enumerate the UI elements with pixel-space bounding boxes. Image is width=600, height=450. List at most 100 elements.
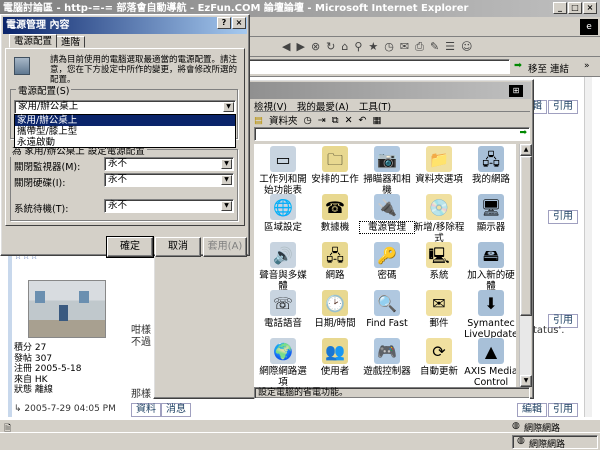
maximize-button[interactable]: □ xyxy=(568,2,582,14)
telephony-icon: ☏ xyxy=(270,290,296,316)
controlpanel-item[interactable]: 🌍 網際網路選項 xyxy=(256,338,310,387)
go-arrow-icon[interactable]: ➡ xyxy=(519,128,527,138)
controlpanel-item[interactable]: 🗀 安排的工作 xyxy=(308,146,362,185)
copy-icon[interactable]: ⧉ xyxy=(332,115,339,126)
chevron-down-icon[interactable]: ▼ xyxy=(223,102,234,112)
move-icon[interactable]: ⇥ xyxy=(318,115,326,126)
messenger-icon[interactable]: ☺ xyxy=(461,40,472,54)
stop-icon[interactable]: ⊗ xyxy=(311,40,320,54)
ok-button[interactable]: 確定 xyxy=(106,236,154,258)
quote-button-2[interactable]: 引用 xyxy=(548,210,578,224)
controlpanel-item[interactable]: 🔊 聲音與多媒體 xyxy=(256,242,310,292)
controlpanel-item[interactable]: 🔍 Find Fast xyxy=(360,290,414,329)
controlpanel-address[interactable]: ➡ xyxy=(254,127,530,141)
controlpanel-item-label: Find Fast xyxy=(366,318,408,329)
help-button[interactable]: ? xyxy=(217,17,231,29)
tab-power-schemes[interactable]: 電源配置 xyxy=(9,34,58,48)
network-icon: 🖧 xyxy=(478,146,504,172)
controlpanel-item-label: AXIS Media Control xyxy=(464,366,516,387)
regional-icon: 🌐 xyxy=(270,194,296,220)
monitor-select[interactable]: 永不 ▼ xyxy=(104,157,234,171)
dialog-description: 請為目前使用的電腦選取最適當的電源配置。請注意，您在下方設定中所作的變更，將會修… xyxy=(50,55,238,85)
scheme-select[interactable]: 家用/辦公桌上 ▼ xyxy=(14,100,236,114)
controlpanel-item[interactable]: 💿 新增/移除程式 xyxy=(412,194,466,244)
controlpanel-item[interactable]: ☏ 電話語音 xyxy=(256,290,310,329)
chevron-down-icon[interactable]: ▼ xyxy=(221,159,232,169)
back-icon[interactable]: ◀ xyxy=(282,40,290,54)
power-options-dialog: 電源管理 內容 ? × 電源配置 進階 請為目前使用的電腦選取最適當的電源配置。… xyxy=(0,14,250,258)
controlpanel-item-label: 自動更新 xyxy=(419,366,458,377)
dialog-close-button[interactable]: × xyxy=(232,17,246,29)
update-icon: ⟳ xyxy=(426,338,452,364)
discuss-icon[interactable]: ☰ xyxy=(445,40,455,54)
scheme-option[interactable]: 永遠啟動 xyxy=(15,137,235,148)
controlpanel-item[interactable]: 🎮 遊戲控制器 xyxy=(360,338,414,377)
controlpanel-item[interactable]: 🖳 系統 xyxy=(412,242,466,281)
controlpanel-item[interactable]: ⟳ 自動更新 xyxy=(412,338,466,377)
tab-advanced[interactable]: 進階 xyxy=(56,36,86,48)
cancel-button[interactable]: 取消 xyxy=(155,237,201,257)
quote-button[interactable]: 引用 xyxy=(548,100,578,114)
search-icon[interactable]: ⚲ xyxy=(354,40,362,54)
mail-icon[interactable]: ✉ xyxy=(400,40,409,54)
controlpanel-item[interactable]: ⬇ Symantec LiveUpdate xyxy=(464,290,516,340)
controlpanel-item[interactable]: 🔑 密碼 xyxy=(360,242,414,281)
controlpanel-item[interactable]: 🌐 區域設定 xyxy=(256,194,310,233)
history-icon[interactable]: ◷ xyxy=(304,115,312,126)
quote-button-4[interactable]: 引用 xyxy=(548,403,578,417)
folders-button[interactable]: 資料夾 xyxy=(269,113,298,127)
folders-icon[interactable]: ▤ xyxy=(254,115,263,126)
views-icon[interactable]: ▦ xyxy=(373,115,382,126)
minimize-button[interactable]: _ xyxy=(553,2,567,14)
user-stats: 積分 27 發帖 307 注冊 2005-5-18 來自 HK 狀態 離線 xyxy=(14,343,81,396)
controlpanel-item[interactable]: 🖧 網路 xyxy=(308,242,362,281)
undo-icon[interactable]: ↶ xyxy=(359,115,367,126)
chevron-down-icon[interactable]: ▼ xyxy=(221,175,232,185)
apply-button[interactable]: 套用(A) xyxy=(203,237,247,257)
stat-posts: 發帖 307 xyxy=(14,353,53,364)
chevron-down-icon[interactable]: ▼ xyxy=(221,201,232,211)
standby-select[interactable]: 永不 ▼ xyxy=(104,199,234,213)
edit-button-2[interactable]: 編輯 xyxy=(517,403,547,417)
favorites-icon[interactable]: ★ xyxy=(368,40,378,54)
forward-icon[interactable]: ▶ xyxy=(296,40,304,54)
links-label[interactable]: 連結 xyxy=(550,61,569,75)
controlpanel-item[interactable]: 🕑 日期/時間 xyxy=(308,290,362,329)
harddisk-select[interactable]: 永不 ▼ xyxy=(104,173,234,187)
home-icon[interactable]: ⌂ xyxy=(341,40,348,54)
profile-button[interactable]: 資料 xyxy=(131,403,161,417)
network-tray-icon[interactable]: ◍ xyxy=(517,436,525,446)
refresh-icon[interactable]: ↻ xyxy=(326,40,335,54)
controlpanel-item[interactable]: 🔌 電源管理 xyxy=(359,194,415,234)
controlpanel-item[interactable]: ✉ 郵件 xyxy=(412,290,466,329)
controlpanel-item-label: 聲音與多媒體 xyxy=(259,270,307,292)
close-button[interactable]: × xyxy=(583,2,597,14)
message-button[interactable]: 消息 xyxy=(161,403,191,417)
stat-registered: 注冊 2005-5-18 xyxy=(14,364,82,374)
edit-icon[interactable]: ✎ xyxy=(430,40,439,54)
scroll-thumb[interactable] xyxy=(520,156,532,316)
go-icon[interactable]: ➡ xyxy=(514,60,522,71)
go-button[interactable]: 移至 xyxy=(528,61,547,75)
controlpanel-item[interactable]: 🖧 我的網路 xyxy=(464,146,516,185)
delete-icon[interactable]: ✕ xyxy=(345,115,353,126)
controlpanel-item[interactable]: ▭ 工作列和開始功能表 xyxy=(256,146,310,196)
print-icon[interactable]: ⎙ xyxy=(415,40,424,54)
controlpanel-item[interactable]: 👥 使用者 xyxy=(308,338,362,377)
history-icon[interactable]: ◷ xyxy=(384,40,394,54)
scheme-option[interactable]: 攜帶型/膝上型 xyxy=(15,126,235,137)
controlpanel-item-label: 網路 xyxy=(325,270,345,281)
controlpanel-item[interactable]: 📁 資料夾選項 xyxy=(412,146,466,185)
scroll-up-icon[interactable]: ▲ xyxy=(520,144,532,156)
links-chevron-icon[interactable]: » xyxy=(584,61,590,71)
post-text: 咁樣 不過 xyxy=(131,325,151,348)
controlpanel-scrollbar[interactable]: ▲ ▼ xyxy=(519,144,532,387)
controlpanel-item[interactable]: 🖥 顯示器 xyxy=(464,194,516,233)
controlpanel-item[interactable]: 📷 掃瞄器和相機 xyxy=(360,146,414,196)
controlpanel-item[interactable]: ▲ AXIS Media Control xyxy=(464,338,516,387)
scroll-down-icon[interactable]: ▼ xyxy=(520,375,532,387)
controlpanel-item[interactable]: 🖴 加入新的硬體 xyxy=(464,242,516,292)
display-icon: 🖥 xyxy=(478,194,504,220)
controlpanel-item[interactable]: ☎ 數據機 xyxy=(308,194,362,233)
scheme-option[interactable]: 家用/辦公桌上 xyxy=(15,115,235,126)
